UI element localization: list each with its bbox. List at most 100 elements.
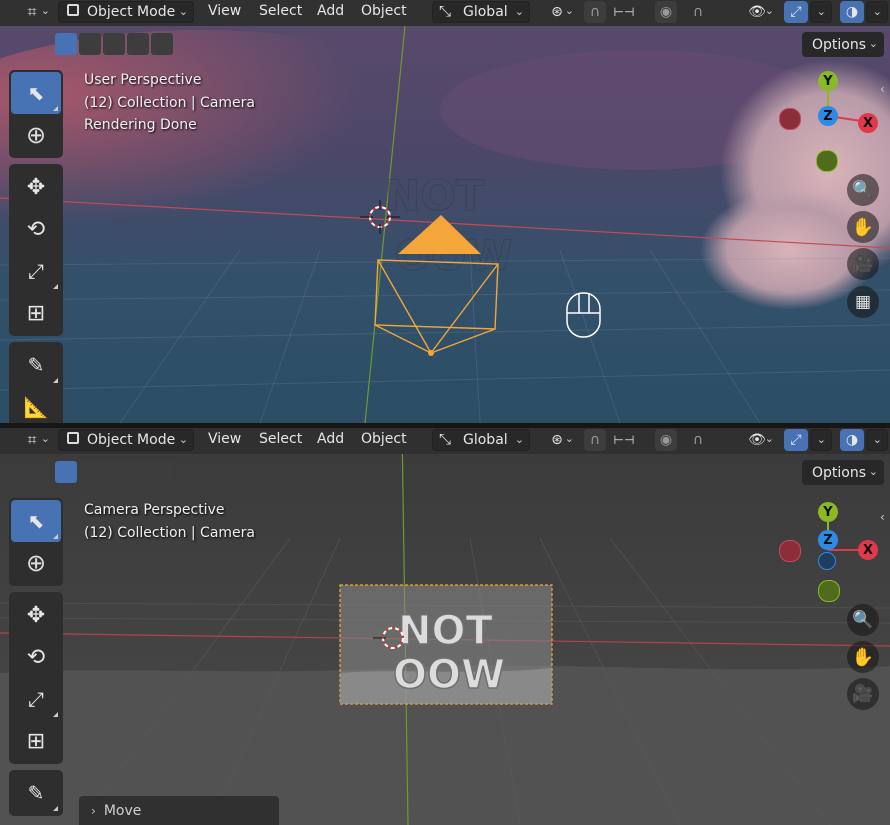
select-difference-icon[interactable] — [127, 33, 149, 55]
tool-annotate[interactable]: ✎ — [11, 344, 61, 386]
menu-select[interactable]: Select — [259, 431, 302, 447]
tool-move[interactable]: ✥ — [11, 166, 61, 208]
select-extend-icon[interactable] — [79, 33, 101, 55]
tool-cursor[interactable]: ⊕ — [11, 542, 61, 584]
collection-label: (12) Collection | Camera — [84, 95, 255, 111]
snap-target-dropdown[interactable]: ⊢⊣ — [608, 429, 640, 451]
pivot-point-dropdown[interactable]: ⊛ ⌄ — [538, 1, 576, 23]
overlays-dropdown[interactable]: ⌄ — [866, 429, 888, 451]
gizmo-neg-x-axis[interactable] — [779, 108, 801, 130]
proportional-editing-toggle[interactable]: ◉ — [655, 429, 677, 451]
select-subtract-icon[interactable] — [103, 461, 125, 483]
annotate-pencil-icon: ✎ — [27, 781, 45, 805]
pivot-point-dropdown[interactable]: ⊛ ⌄ — [538, 429, 576, 451]
object-mode-dropdown[interactable]: Object Mode ⌄ — [58, 429, 194, 451]
proportional-icon: ◉ — [659, 4, 673, 20]
zoom-button[interactable]: 🔍 — [847, 174, 879, 206]
select-extend-icon[interactable] — [79, 461, 101, 483]
gizmo-neg-y-axis[interactable] — [818, 580, 840, 602]
object-mode-icon — [67, 432, 79, 444]
overlays-toggle[interactable]: ◑ — [840, 1, 864, 23]
menu-select[interactable]: Select — [259, 3, 302, 19]
overlays-toggle[interactable]: ◑ — [840, 429, 864, 451]
zoom-button[interactable]: 🔍 — [847, 604, 879, 636]
gizmo-neg-y-axis[interactable] — [816, 150, 838, 172]
menu-object[interactable]: Object — [361, 431, 407, 447]
gizmo-toggle[interactable]: ⤢ — [784, 1, 808, 23]
viewport-camera-perspective[interactable]: NOT OOW ⌗ ⌄ Object Mode ⌄ View Select Add … — [0, 428, 890, 825]
tool-transform[interactable]: ⊞ — [11, 720, 61, 762]
gizmo-z-axis[interactable]: Z — [818, 530, 838, 550]
snap-toggle[interactable]: ∩ — [584, 1, 606, 23]
tool-select-box[interactable]: ⬉ — [11, 72, 61, 114]
gizmo-y-axis[interactable]: Y — [818, 502, 838, 522]
select-difference-icon[interactable] — [127, 461, 149, 483]
object-mode-label: Object Mode — [87, 432, 176, 448]
overlays-dropdown[interactable]: ⌄ — [866, 1, 888, 23]
pan-button[interactable]: ✋ — [847, 211, 879, 243]
options-dropdown[interactable]: Options ⌄ — [802, 460, 884, 485]
gizmo-toggle[interactable]: ⤢ — [784, 429, 808, 451]
sidebar-toggle-icon[interactable]: ‹ — [880, 510, 885, 524]
gizmo-y-axis[interactable]: Y — [818, 71, 838, 91]
falloff-dropdown[interactable]: ∩ — [679, 1, 717, 23]
gizmo-x-axis[interactable]: X — [858, 540, 878, 560]
transform-orientation-dropdown[interactable]: ⤡ Global ⌄ — [432, 429, 530, 451]
menu-add[interactable]: Add — [317, 3, 344, 19]
tool-scale[interactable]: ⤢ — [11, 250, 61, 292]
falloff-dropdown[interactable]: ∩ — [679, 429, 717, 451]
menu-add[interactable]: Add — [317, 431, 344, 447]
editor-type-button[interactable]: ⌗ ⌄ — [12, 1, 52, 23]
camera-view-button[interactable]: 🎥 — [847, 248, 879, 280]
pan-button[interactable]: ✋ — [847, 641, 879, 673]
tool-select-box[interactable]: ⬉ — [11, 500, 61, 542]
select-intersect-icon[interactable] — [151, 33, 173, 55]
proportional-icon: ◉ — [659, 432, 673, 448]
sidebar-toggle-icon[interactable]: ‹ — [880, 82, 885, 96]
gizmo-z-axis[interactable]: Z — [818, 106, 838, 126]
gizmo-neg-x-axis[interactable] — [779, 540, 801, 562]
select-subtract-icon[interactable] — [103, 33, 125, 55]
camera-view-button[interactable]: 🎥 — [847, 678, 879, 710]
options-dropdown[interactable]: Options ⌄ — [802, 32, 884, 57]
gizmo-neg-z-axis[interactable] — [818, 552, 836, 570]
menu-view[interactable]: View — [208, 3, 241, 19]
gizmo-x-axis[interactable]: X — [858, 113, 878, 133]
object-mode-dropdown[interactable]: Object Mode ⌄ — [58, 1, 194, 23]
select-new-icon[interactable] — [55, 461, 77, 483]
tool-annotate[interactable]: ✎ — [11, 772, 61, 814]
viewport-user-perspective[interactable]: NOT OOW ⌗ ⌄ Object Mode ⌄ View Select Ad… — [0, 0, 890, 423]
visibility-dropdown[interactable]: 👁 ⌄ — [738, 1, 776, 23]
gizmo-dropdown[interactable]: ⌄ — [810, 1, 832, 23]
tool-rotate[interactable]: ⟲ — [11, 636, 61, 678]
proportional-editing-toggle[interactable]: ◉ — [655, 1, 677, 23]
snap-toggle[interactable]: ∩ — [584, 429, 606, 451]
overlays-icon: ◑ — [845, 4, 859, 20]
select-new-icon[interactable] — [55, 33, 77, 55]
menu-view[interactable]: View — [208, 431, 241, 447]
camera-icon: 🎥 — [852, 684, 874, 704]
redo-panel-label: Move — [103, 802, 142, 819]
tool-transform[interactable]: ⊞ — [11, 292, 61, 334]
transform-orientation-dropdown[interactable]: ⤡ Global ⌄ — [432, 1, 530, 23]
snap-increment-icon: ⊢⊣ — [613, 433, 635, 447]
tool-measure[interactable]: 📐 — [11, 386, 61, 423]
snap-target-dropdown[interactable]: ⊢⊣ — [608, 1, 640, 23]
tool-rotate[interactable]: ⟲ — [11, 208, 61, 250]
grid-projection-icon: ▦ — [854, 292, 872, 312]
select-intersect-icon[interactable] — [151, 461, 173, 483]
toggle-projection-button[interactable]: ▦ — [847, 286, 879, 318]
zoom-magnifier-icon: 🔍 — [852, 180, 874, 200]
editor-type-button[interactable]: ⌗ ⌄ — [12, 429, 52, 451]
tool-shelf: ⬉ ⊕ ✥ ⟲ ⤢ ⊞ ✎ — [9, 498, 63, 822]
tool-move[interactable]: ✥ — [11, 594, 61, 636]
redo-panel-move[interactable]: › Move — [79, 796, 279, 825]
tool-scale[interactable]: ⤢ — [11, 678, 61, 720]
viewport-header-bottom: ⌗ ⌄ Object Mode ⌄ View Select Add Object ⤡… — [0, 428, 890, 454]
menu-object[interactable]: Object — [361, 3, 407, 19]
transform-icon: ⊞ — [26, 728, 46, 754]
gizmo-dropdown[interactable]: ⌄ — [810, 429, 832, 451]
visibility-dropdown[interactable]: 👁 ⌄ — [738, 429, 776, 451]
ground-scene: NOT OOW — [0, 428, 890, 825]
tool-cursor[interactable]: ⊕ — [11, 114, 61, 156]
